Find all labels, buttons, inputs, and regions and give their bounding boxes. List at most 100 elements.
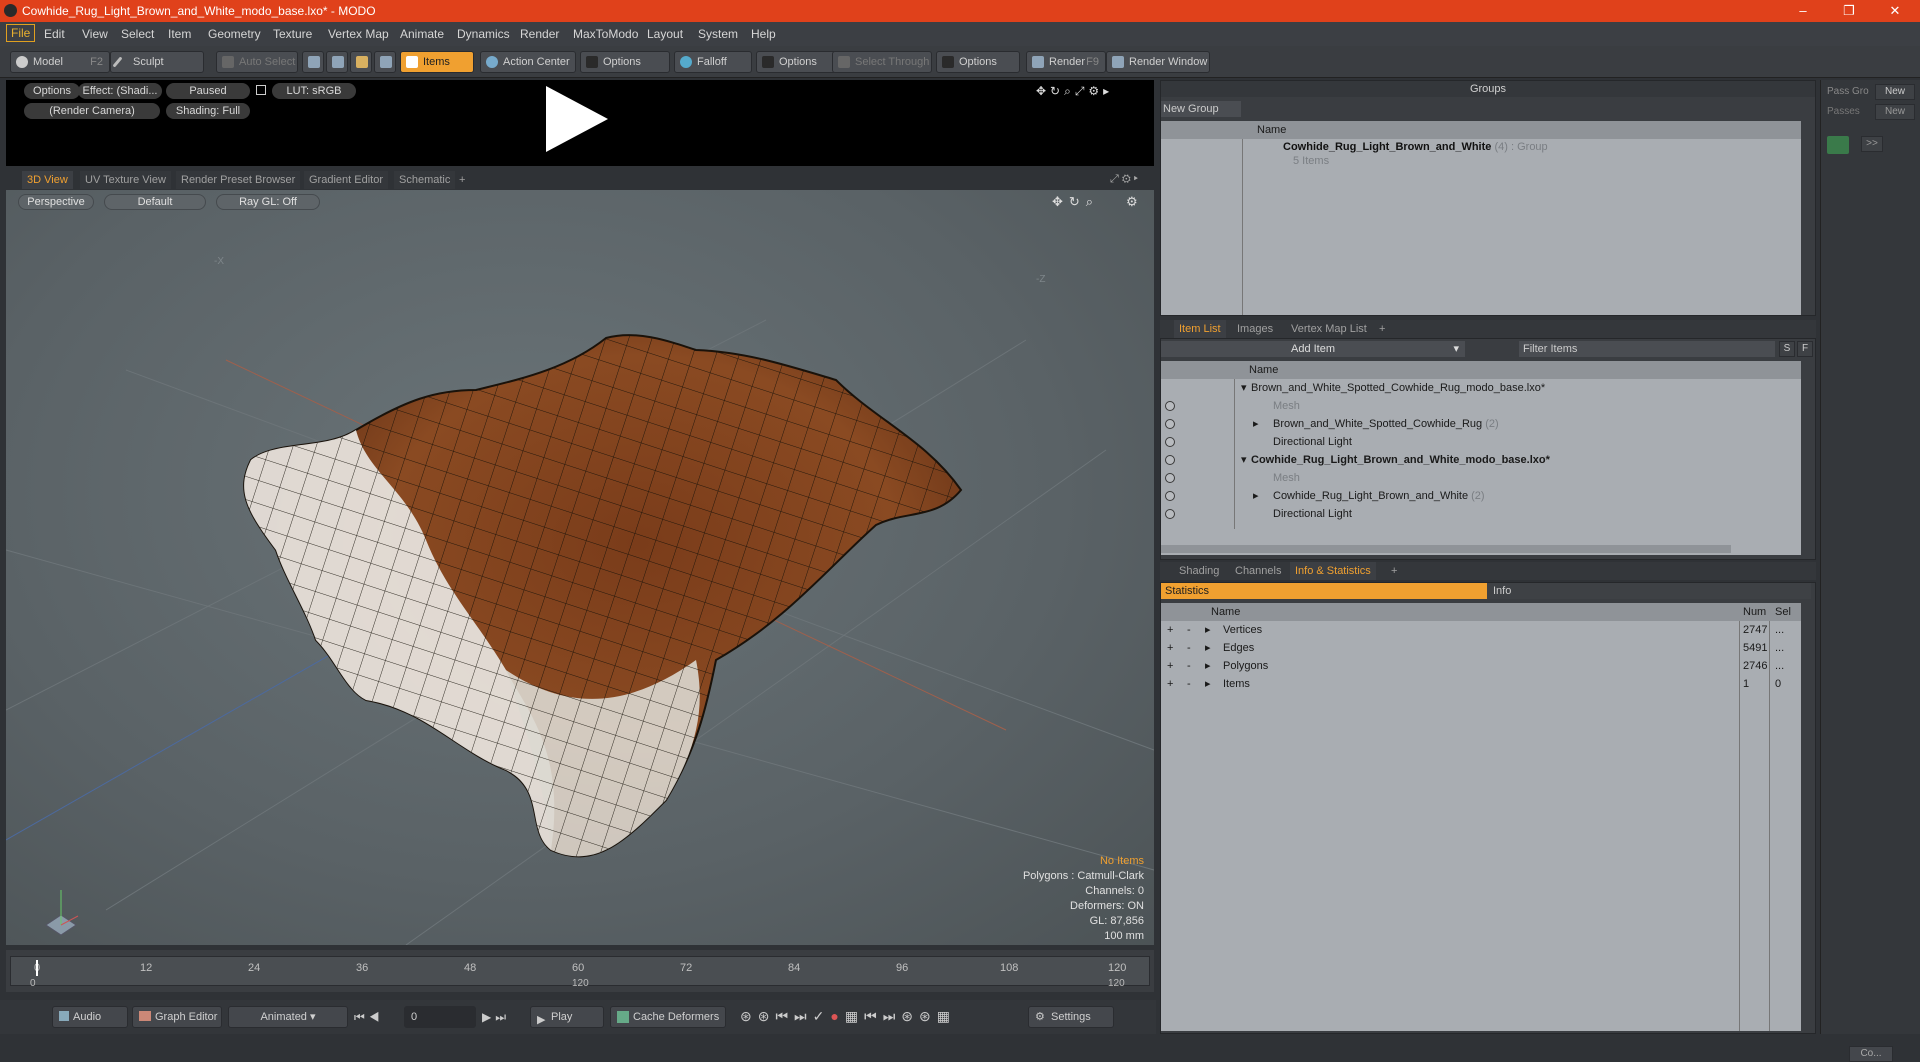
preview-nav-icons[interactable]: ✥↻⌕⤢⚙▸ (1036, 84, 1113, 99)
stat-row-polygons[interactable]: + - ▸ Polygons 2746... (1161, 657, 1801, 675)
eye-icon[interactable] (1165, 437, 1175, 447)
minus-icon[interactable]: - (1187, 639, 1191, 657)
shading-dropdown[interactable]: Shading: Full (166, 103, 250, 119)
viewport-settings-icon[interactable]: ⚙ (1126, 194, 1138, 210)
default-shading-dropdown[interactable]: Default (104, 194, 206, 210)
polygon-mode-button[interactable] (350, 51, 372, 73)
eye-icon[interactable] (1165, 509, 1175, 519)
plus-icon[interactable]: + (1167, 621, 1173, 639)
frame-forward-icons[interactable]: ▶⏭ (482, 1010, 510, 1025)
minimize-icon[interactable]: – (1780, 0, 1826, 22)
render-button[interactable]: Render F9 (1026, 51, 1106, 73)
filter-f-button[interactable]: F (1797, 341, 1813, 357)
play-button[interactable]: ▶ Play (530, 1006, 604, 1028)
menu-layout[interactable]: Layout (647, 27, 683, 41)
tab-schematic[interactable]: Schematic (394, 171, 456, 189)
tab-info-statistics[interactable]: Info & Statistics (1290, 562, 1376, 580)
render-camera-dropdown[interactable]: (Render Camera) (24, 103, 160, 119)
close-icon[interactable]: ✕ (1872, 0, 1918, 22)
co-button[interactable]: Co... (1849, 1046, 1893, 1062)
select-through-button[interactable]: Select Through (832, 51, 932, 73)
falloff-options-button[interactable]: Options (756, 51, 836, 73)
tab-add-info[interactable]: + (1386, 562, 1402, 580)
item-row-rug-2[interactable]: ▸ Cowhide_Rug_Light_Brown_and_White (2) (1161, 487, 1801, 505)
stat-row-edges[interactable]: + - ▸ Edges 5491... (1161, 639, 1801, 657)
play-preview-icon[interactable] (546, 86, 608, 152)
viewport-3d[interactable]: Perspective Default Ray GL: Off ✥↻⌕ ⚙ -X… (6, 190, 1154, 945)
lut-dropdown[interactable]: LUT: sRGB (272, 83, 356, 99)
tab-uv-texture-view[interactable]: UV Texture View (80, 171, 171, 189)
new-pass-group-button[interactable]: New (1875, 84, 1915, 100)
menu-help[interactable]: Help (751, 27, 776, 41)
statistics-sel-column[interactable]: Sel (1775, 603, 1791, 621)
item-list-hscrollbar[interactable] (1161, 545, 1731, 553)
settings-button[interactable]: ⚙ Settings (1028, 1006, 1114, 1028)
vertex-mode-button[interactable] (302, 51, 324, 73)
key-tool-icons[interactable]: ⊛⊛⏮⏭✓●▦⏮⏭⊛⊛▦ (740, 1008, 956, 1025)
select-options-button[interactable]: Options (936, 51, 1020, 73)
item-row-rug-1[interactable]: ▸ Brown_and_White_Spotted_Cowhide_Rug (2) (1161, 415, 1801, 433)
timeline[interactable]: 0 12 24 36 48 60 72 84 96 108 120 0 120 … (6, 950, 1154, 992)
minus-icon[interactable]: - (1187, 675, 1191, 693)
refresh-icon[interactable] (1827, 136, 1849, 154)
stat-row-items[interactable]: + - ▸ Items 1 0 (1161, 675, 1801, 693)
statistics-num-column[interactable]: Num (1743, 603, 1766, 621)
menu-dynamics[interactable]: Dynamics (457, 27, 510, 41)
item-row-mesh-1[interactable]: Mesh (1161, 397, 1801, 415)
new-pass-button[interactable]: New (1875, 104, 1915, 120)
item-row-scene-2[interactable]: ▾ Cowhide_Rug_Light_Brown_and_White_modo_… (1161, 451, 1801, 469)
eye-icon[interactable] (1165, 419, 1175, 429)
viewport-nav-icons[interactable]: ✥↻⌕ (1052, 194, 1099, 210)
eye-icon[interactable] (1165, 491, 1175, 501)
add-item-dropdown[interactable]: Add Item ▾ (1161, 341, 1465, 357)
frame-input[interactable]: 0 (404, 1006, 476, 1028)
render-window-button[interactable]: Render Window (1106, 51, 1210, 73)
minus-icon[interactable]: - (1187, 657, 1191, 675)
menu-render[interactable]: Render (520, 27, 559, 41)
statistics-name-column[interactable]: Name (1211, 603, 1240, 621)
model-mode-button[interactable]: Model F2 (10, 51, 110, 73)
filter-s-button[interactable]: S (1779, 341, 1795, 357)
item-row-light-2[interactable]: Directional Light (1161, 505, 1801, 523)
perspective-dropdown[interactable]: Perspective (18, 194, 94, 210)
items-mode-button[interactable]: Items (400, 51, 474, 73)
menu-view[interactable]: View (82, 27, 108, 41)
lock-icon[interactable] (256, 85, 266, 95)
tab-channels[interactable]: Channels (1230, 562, 1287, 580)
edge-mode-button[interactable] (326, 51, 348, 73)
eye-icon[interactable] (1165, 455, 1175, 465)
tab-shading[interactable]: Shading (1174, 562, 1225, 580)
tab-item-list[interactable]: Item List (1174, 320, 1226, 338)
tab-vertex-map-list[interactable]: Vertex Map List (1286, 320, 1372, 338)
menu-select[interactable]: Select (121, 27, 154, 41)
menu-texture[interactable]: Texture (273, 27, 312, 41)
preview-paused-button[interactable]: Paused (166, 83, 250, 99)
audio-button[interactable]: Audio (52, 1006, 128, 1028)
tab-images[interactable]: Images (1232, 320, 1279, 338)
filter-items-input[interactable]: Filter Items (1519, 341, 1775, 357)
menu-file[interactable]: File (6, 24, 36, 42)
plus-icon[interactable]: + (1167, 639, 1173, 657)
new-group-button[interactable]: New Group (1161, 101, 1241, 117)
tab-gradient-editor[interactable]: Gradient Editor (304, 171, 388, 189)
falloff-button[interactable]: Falloff (674, 51, 752, 73)
item-row-mesh-2[interactable]: Mesh (1161, 469, 1801, 487)
item-row-light-1[interactable]: Directional Light (1161, 433, 1801, 451)
cache-deformers-button[interactable]: Cache Deformers (610, 1006, 726, 1028)
menu-vertex-map[interactable]: Vertex Map (328, 27, 389, 41)
menu-geometry[interactable]: Geometry (208, 27, 261, 41)
menu-edit[interactable]: Edit (44, 27, 65, 41)
sculpt-mode-button[interactable]: Sculpt (110, 51, 204, 73)
menu-maxtomodo[interactable]: MaxToModo (573, 27, 638, 41)
tab-3d-view[interactable]: 3D View (22, 171, 73, 189)
raygl-dropdown[interactable]: Ray GL: Off (216, 194, 320, 210)
item-list-name-column[interactable]: Name (1161, 361, 1801, 379)
menu-system[interactable]: System (698, 27, 738, 41)
cowhide-rug-mesh[interactable] (243, 334, 963, 858)
plus-icon[interactable]: + (1167, 657, 1173, 675)
viewport-panel-icons[interactable]: ⤢ ⚙ ▸ (1110, 173, 1138, 186)
tab-add[interactable]: + (454, 171, 470, 189)
restore-icon[interactable]: ❐ (1826, 0, 1872, 22)
eye-icon[interactable] (1165, 401, 1175, 411)
item-row-scene-1[interactable]: ▾ Brown_and_White_Spotted_Cowhide_Rug_mod… (1161, 379, 1801, 397)
